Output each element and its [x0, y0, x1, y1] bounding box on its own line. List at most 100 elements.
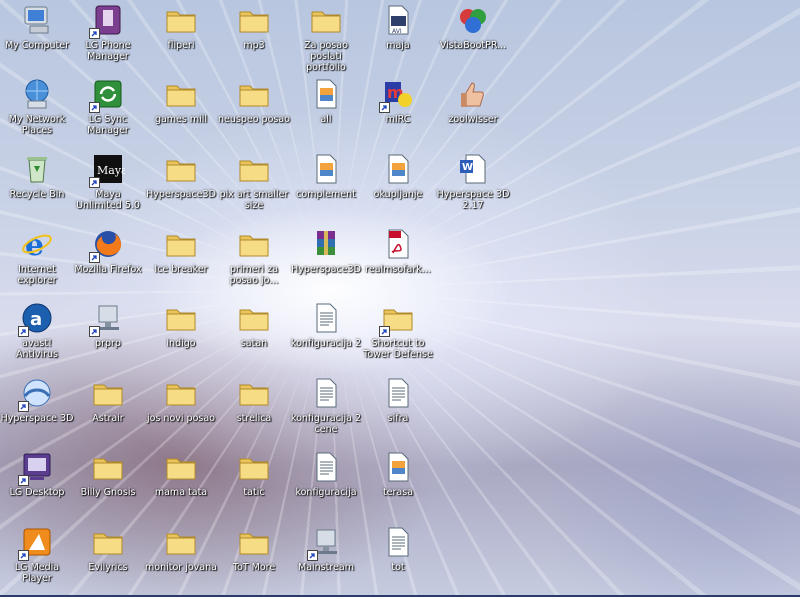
desktop-icon-label: strelica — [236, 413, 272, 424]
desktop-icon-tot-more[interactable]: ToT More — [217, 522, 291, 592]
lg-media-icon — [18, 525, 54, 561]
folder-icon — [379, 301, 415, 337]
thumbs-icon — [456, 77, 490, 111]
svg-text:Maya: Maya — [97, 164, 125, 177]
desktop-icon-monitor-jovana[interactable]: monitor jovana — [144, 522, 218, 592]
desktop-icon-konfiguracija-2-cene[interactable]: konfiguracija 2 cene — [289, 373, 363, 443]
winrar-icon — [309, 227, 343, 261]
lg-phone-icon — [89, 3, 125, 39]
desktop-icon-complement[interactable]: complement — [289, 149, 363, 219]
desktop-icon-zoolwisser[interactable]: zoolwisser — [436, 74, 510, 144]
desktop-icon-label: Astrair — [92, 413, 124, 424]
desktop-icon-all[interactable]: all — [289, 74, 363, 144]
desktop-icon-my-network-places[interactable]: My Network Places — [0, 74, 74, 144]
desktop-icon-lg-desktop[interactable]: LG Desktop — [0, 447, 74, 517]
desktop-icon-mozilla-firefox[interactable]: Mozilla Firefox — [71, 224, 145, 294]
folder-icon — [91, 376, 125, 410]
desktop-icon-mama-tata[interactable]: mama tata — [144, 447, 218, 517]
desktop-icon-indigo[interactable]: indigo — [144, 298, 218, 368]
shortcut-arrow-icon — [379, 102, 390, 113]
desktop-icon-vistabootpr[interactable]: VistaBootPR... — [436, 0, 510, 70]
desktop-icon-terasa[interactable]: terasa — [361, 447, 435, 517]
desktop-icon-label: LG Media Player — [14, 562, 60, 584]
desktop-icon-satan[interactable]: satan — [217, 298, 291, 368]
desktop-icon-za-posao-poslati-portfolio[interactable]: Za posao poslati portfolio — [289, 0, 363, 73]
desktop-icon-realmsofark[interactable]: realmsofark... — [361, 224, 435, 294]
desktop-icon-internet-explorer[interactable]: e Internet explorer — [0, 224, 74, 294]
desktop-icon-hyperspace-3d[interactable]: Hyperspace 3D — [0, 373, 74, 443]
desktop-icon-okupljanje[interactable]: okupljanje — [361, 149, 435, 219]
desktop-icon-label: Hyperspace 3D — [0, 413, 74, 424]
desktop-icon-lg-media-player[interactable]: LG Media Player — [0, 522, 74, 592]
desktop-icon-label: Mainstream — [298, 562, 354, 573]
shortcut-arrow-icon — [89, 28, 100, 39]
desktop-icon-tatic[interactable]: tatic — [217, 447, 291, 517]
desktop-icon-prprp[interactable]: prprp — [71, 298, 145, 368]
desktop-icon-maja[interactable]: AVI maja — [361, 0, 435, 70]
desktop-icon-primeri-za-posao-jo[interactable]: primeri za posao jo... — [217, 224, 291, 294]
desktop-icon-neuspeo-posao[interactable]: neuspeo posao — [217, 74, 291, 144]
desktop-icon-label: Hyperspace 3D 2.17 — [436, 189, 510, 211]
folder-icon — [164, 3, 198, 37]
desktop-icon-mp3[interactable]: mp3 — [217, 0, 291, 70]
desktop-icon-label: Internet explorer — [17, 264, 57, 286]
folder-icon — [237, 301, 271, 335]
desktop-icon-astrair[interactable]: Astrair — [71, 373, 145, 443]
folder-icon — [237, 77, 271, 111]
desktop-icon-mainstream[interactable]: Mainstream — [289, 522, 363, 592]
word-doc-icon: W — [456, 152, 490, 186]
desktop-icon-label: LG Desktop — [9, 487, 65, 498]
desktop-icon-pix-art-smaller-size[interactable]: pix art smaller size — [217, 149, 291, 219]
desktop-icon-label: Evilyrics — [88, 562, 128, 573]
desktop-icon-label: My Computer — [4, 40, 70, 51]
desktop-icon-label: sifra — [387, 413, 409, 424]
desktop-icon-label: realmsofark... — [365, 264, 431, 275]
desktop-icon-recycle-bin[interactable]: Recycle Bin — [0, 149, 74, 219]
folder-icon — [164, 77, 198, 111]
desktop-icon-strelica[interactable]: strelica — [217, 373, 291, 443]
desktop-icon-tot[interactable]: tot — [361, 522, 435, 592]
desktop-icon-label: Hyperspace3D — [291, 264, 361, 275]
shortcut-arrow-icon — [18, 326, 29, 337]
desktop-icon-mirc[interactable]: m mIRC — [361, 74, 435, 144]
desktop-icon-hyperspace3d[interactable]: Hyperspace3D — [289, 224, 363, 294]
desktop-icon-konfiguracija-2[interactable]: konfiguracija 2 — [289, 298, 363, 368]
folder-icon — [91, 525, 125, 559]
image-file-icon — [309, 152, 343, 186]
desktop-icon-label: tot — [391, 562, 405, 573]
desktop-icon-billy-gnosis[interactable]: Billy Gnosis — [71, 447, 145, 517]
desktop-icon-label: Recycle Bin — [9, 189, 65, 200]
desktop-icon-maya-unlimited-5-0[interactable]: Maya Maya Unlimited 5.0 — [71, 149, 145, 219]
desktop-icon-jos-novi-posao[interactable]: jos novi posao — [144, 373, 218, 443]
shortcut-arrow-icon — [18, 475, 29, 486]
desktop-icon-hyperspace3d[interactable]: Hyperspace3D — [144, 149, 218, 219]
folder-icon — [237, 227, 271, 261]
text-file-icon — [309, 450, 343, 484]
desktop-icon-lg-phone-manager[interactable]: LG Phone Manager — [71, 0, 145, 70]
shortcut-arrow-icon — [89, 102, 100, 113]
desktop-icon-lg-sync-manager[interactable]: LG Sync Manager — [71, 74, 145, 144]
ie-icon: e — [20, 227, 54, 261]
desktop-icon-avast-antivirus[interactable]: a avast! Antivirus — [0, 298, 74, 368]
shortcut-arrow-icon — [89, 326, 100, 337]
desktop-icon-games-mill[interactable]: games mill — [144, 74, 218, 144]
desktop-icon-fliperi[interactable]: fliperi — [144, 0, 218, 70]
folder-icon — [309, 3, 343, 37]
folder-icon — [237, 525, 271, 559]
desktop-icon-sifra[interactable]: sifra — [361, 373, 435, 443]
desktop-icon-label: LG Sync Manager — [87, 114, 129, 136]
firefox-icon — [89, 227, 125, 263]
desktop-icon-konfiguracija[interactable]: konfiguracija — [289, 447, 363, 517]
desktop-icon-ice-breaker[interactable]: Ice breaker — [144, 224, 218, 294]
desktop-icon-evilyrics[interactable]: Evilyrics — [71, 522, 145, 592]
desktop-icon-label: pix art smaller size — [219, 189, 289, 211]
desktop-icon-shortcut-to-tower-defense[interactable]: Shortcut to Tower Defense — [361, 298, 435, 368]
computer-icon — [20, 3, 54, 37]
desktop-icon-label: Mozilla Firefox — [74, 264, 142, 275]
svg-text:W: W — [462, 162, 473, 173]
desktop-icon-my-computer[interactable]: My Computer — [0, 0, 74, 70]
desktop: My Computer LG Phone Manager fliperi mp3 Za … — [0, 0, 800, 597]
svg-text:e: e — [25, 228, 44, 261]
desktop-icon-label: games mill — [154, 114, 208, 125]
desktop-icon-hyperspace-3d-2-17[interactable]: W Hyperspace 3D 2.17 — [436, 149, 510, 219]
